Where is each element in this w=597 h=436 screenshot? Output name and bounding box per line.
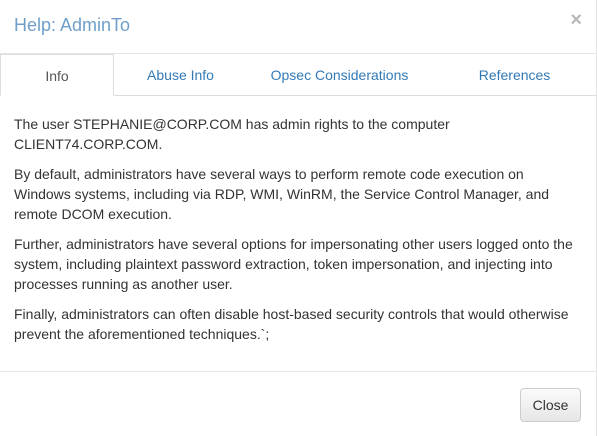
modal-header: Help: AdminTo × [0, 0, 597, 54]
tab-opsec-considerations[interactable]: Opsec Considerations [247, 54, 432, 96]
info-paragraph-security-controls: Finally, administrators can often disabl… [14, 306, 569, 342]
info-paragraph-impersonation: Further, administrators have several opt… [14, 236, 573, 292]
close-button[interactable]: Close [520, 388, 581, 422]
tab-abuse-info[interactable]: Abuse Info [114, 54, 247, 96]
modal-footer: Close [0, 371, 597, 436]
tab-references[interactable]: References [432, 54, 597, 96]
tab-content-info: The user STEPHANIE@CORP.COM has admin ri… [14, 114, 580, 354]
info-paragraph-admin-rights: The user STEPHANIE@CORP.COM has admin ri… [14, 116, 450, 152]
info-paragraph-remote-execution: By default, administrators have several … [14, 166, 550, 222]
modal-title: Help: AdminTo [14, 15, 131, 35]
tab-info[interactable]: Info [0, 54, 114, 96]
tab-bar: Info Abuse Info Opsec Considerations Ref… [0, 54, 597, 96]
close-icon[interactable]: × [570, 10, 582, 30]
help-modal: Help: AdminTo × Info Abuse Info Opsec Co… [0, 0, 597, 436]
